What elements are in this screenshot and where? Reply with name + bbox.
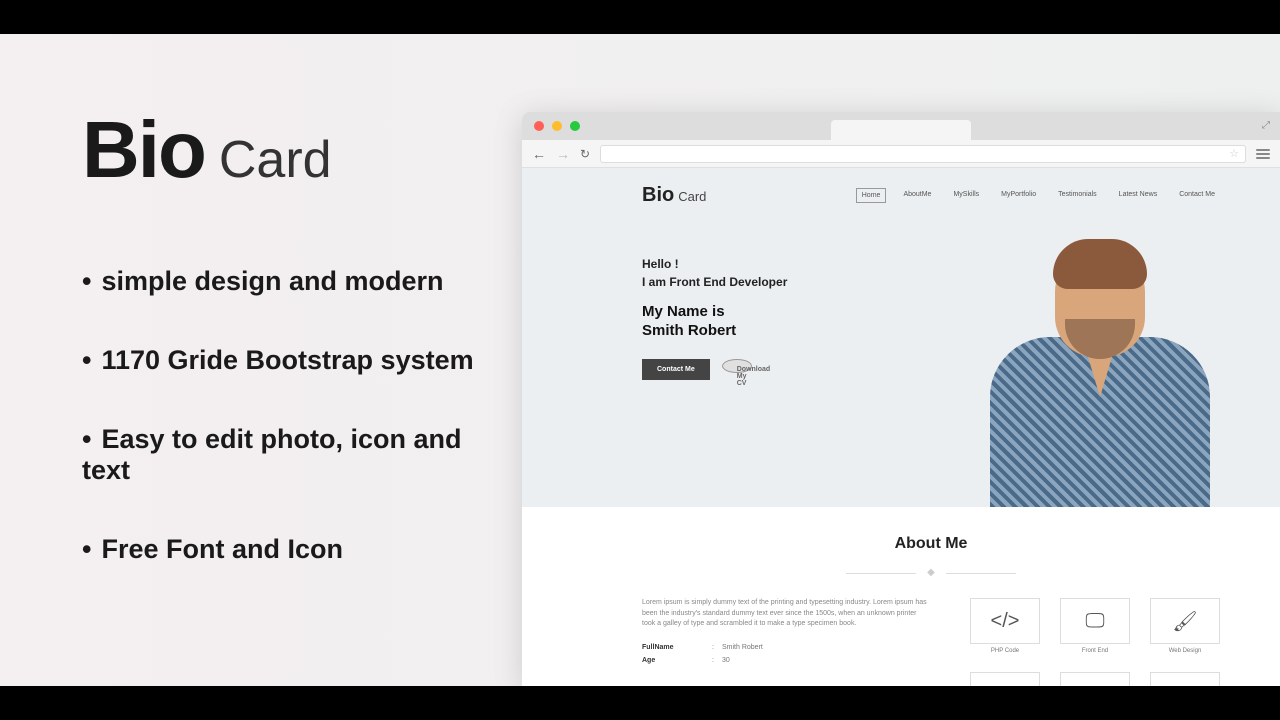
info-label: Age [642,657,712,664]
nav-home[interactable]: Home [856,188,887,203]
nav-portfolio[interactable]: MyPortfolio [996,188,1041,203]
about-columns: Lorem ipsum is simply dummy text of the … [642,598,1220,688]
traffic-lights [534,121,580,131]
forward-icon[interactable]: → [556,146,570,162]
maximize-icon[interactable] [570,121,580,131]
contact-button[interactable]: Contact Me [642,359,710,380]
info-row: FullName : Smith Robert [642,644,930,651]
brush-icon[interactable]: 🖌 [1150,598,1220,644]
reload-icon[interactable]: ↻ [580,147,590,161]
nav-testimonials[interactable]: Testimonials [1053,188,1102,203]
about-text-col: Lorem ipsum is simply dummy text of the … [642,598,930,688]
browser-tab-bar: ⤢ [522,112,1280,140]
feature-item: simple design and modern [82,266,502,297]
promo-area: Bio Card simple design and modern 1170 G… [0,34,1280,686]
left-panel: Bio Card simple design and modern 1170 G… [0,34,522,686]
site-logo-bio: Bio [642,184,674,207]
skill-label: PHP Code [970,648,1040,654]
close-icon[interactable] [534,121,544,131]
page-content: Bio Card Home AboutMe MySkills MyPortfol… [522,168,1280,688]
expand-icon[interactable]: ⤢ [1262,120,1270,131]
feature-item: 1170 Gride Bootstrap system [82,345,502,376]
site-logo-card: Card [678,189,706,204]
code-icon[interactable]: </> [970,598,1040,644]
main-nav: Home AboutMe MySkills MyPortfolio Testim… [856,188,1220,203]
logo-card: Card [219,130,332,190]
hero-buttons: Contact Me Download My CV [642,359,942,380]
feature-item: Easy to edit photo, icon and text [82,424,502,486]
nav-news[interactable]: Latest News [1114,188,1163,203]
feature-item: Free Font and Icon [82,534,502,565]
minimize-icon[interactable] [552,121,562,131]
skill-item: 🖵 Front End [1060,598,1130,654]
hero-name: Smith Robert [642,322,942,339]
skills-grid: </> PHP Code 🖵 Front End 🖌 Web Design [970,598,1220,688]
nav-about[interactable]: AboutMe [898,188,936,203]
nav-contact[interactable]: Contact Me [1174,188,1220,203]
divider-icon: ◆ [642,567,1220,578]
hero-text: Hello ! I am Front End Developer My Name… [642,257,942,507]
info-value: 30 [722,657,730,664]
hero-section: Hello ! I am Front End Developer My Name… [522,217,1280,507]
skill-label: Web Design [1150,648,1220,654]
info-row: Age : 30 [642,657,930,664]
info-colon: : [712,657,722,664]
address-bar: ← → ↻ ☆ [522,140,1280,168]
site-logo[interactable]: Bio Card [642,184,706,207]
photo-hair [1053,239,1147,289]
hero-hello: Hello ! [642,257,942,271]
nav-skills[interactable]: MySkills [948,188,984,203]
browser-tab[interactable] [831,120,971,140]
hero-role: I am Front End Developer [642,275,942,289]
feature-list: simple design and modern 1170 Gride Boot… [82,266,502,565]
logo-bio: Bio [82,104,205,196]
hero-photo [960,227,1240,507]
about-section: About Me ◆ Lorem ipsum is simply dummy t… [522,507,1280,688]
browser-preview: ⤢ ← → ↻ ☆ Bio Card Home [522,34,1280,686]
skill-item: 🖌 Web Design [1150,598,1220,654]
site-header: Bio Card Home AboutMe MySkills MyPortfol… [522,168,1280,217]
skill-item: </> PHP Code [970,598,1040,654]
info-value: Smith Robert [722,644,763,651]
info-label: FullName [642,644,712,651]
info-colon: : [712,644,722,651]
monitor-icon[interactable]: 🖵 [1060,598,1130,644]
product-logo: Bio Card [82,104,502,196]
download-cv-button[interactable]: Download My CV [722,359,752,373]
letterbox-bottom [0,686,1280,720]
bookmark-icon[interactable]: ☆ [1229,147,1239,160]
hero-myname-label: My Name is [642,303,942,320]
url-input[interactable]: ☆ [600,145,1246,163]
menu-icon[interactable] [1256,149,1270,159]
about-title: About Me [642,535,1220,553]
browser-window: ⤢ ← → ↻ ☆ Bio Card Home [522,112,1280,688]
letterbox-top [0,0,1280,34]
back-icon[interactable]: ← [532,146,546,162]
skill-label: Front End [1060,648,1130,654]
about-description: Lorem ipsum is simply dummy text of the … [642,598,930,630]
